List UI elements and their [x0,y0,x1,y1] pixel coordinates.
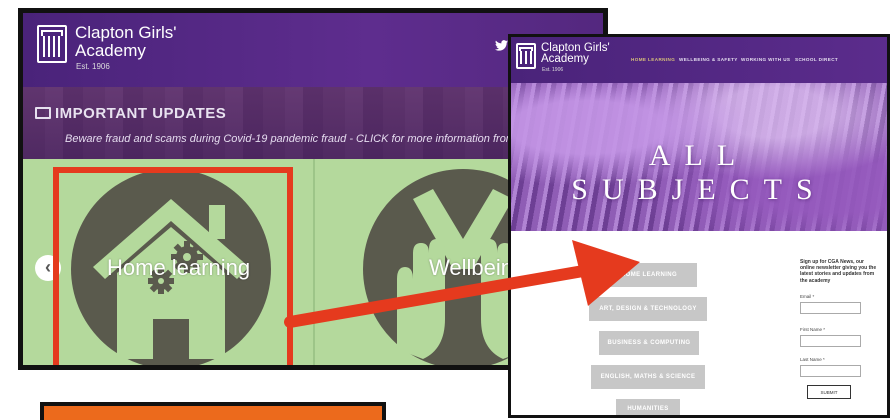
nav-working-with-us[interactable]: WORKING WITH US [741,57,790,62]
right-screenshot: Clapton Girls' Academy Est. 1906 HOME LE… [508,34,890,418]
subject-english-maths-science-button[interactable]: ENGLISH, MATHS & SCIENCE [591,365,705,389]
right-established-text: Est. 1906 [542,67,564,73]
subject-humanities-button[interactable]: HUMANITIES [616,399,680,415]
last-name-field[interactable] [800,365,861,377]
left-established-text: Est. 1906 [76,62,110,71]
nav-school-direct[interactable]: SCHOOL DIRECT [795,57,838,62]
right-site-header: Clapton Girls' Academy Est. 1906 HOME LE… [511,37,887,83]
hero-banner: ALL SUBJECTS [511,83,887,231]
first-name-field[interactable] [800,335,861,347]
subject-home-learning-button[interactable]: HOME LEARNING [601,263,697,287]
subject-business-computing-button[interactable]: BUSINESS & COMPUTING [599,331,699,355]
left-brand-name-line1[interactable]: Clapton Girls' [75,23,177,42]
subject-art-design-technology-button[interactable]: ART, DESIGN & TECHNOLOGY [589,297,707,321]
first-name-label: First Name * [800,327,826,332]
last-name-label: Last Name * [800,357,825,362]
nav-wellbeing-safety[interactable]: WELLBEING & SAFETY [679,57,738,62]
academy-logo-icon[interactable] [37,25,67,63]
newsletter-intro: Sign up for CGA News, our online newslet… [800,259,877,284]
home-learning-highlight-box [53,167,293,365]
academy-logo-icon[interactable] [516,43,536,69]
twitter-icon[interactable] [495,39,508,54]
hero-title: ALL SUBJECTS [571,139,827,206]
newspaper-icon [35,107,51,119]
important-updates-title: IMPORTANT UPDATES [55,105,227,122]
orange-banner [40,402,386,420]
submit-button[interactable]: SUBMIT [807,385,851,399]
tile-divider [313,159,315,365]
nav-home-learning[interactable]: HOME LEARNING [631,57,675,62]
email-field[interactable] [800,302,861,314]
right-brand-name-line2[interactable]: Academy [541,53,589,65]
important-updates-text[interactable]: Beware fraud and scams during Covid-19 p… [65,133,580,145]
email-label: Email * [800,294,815,299]
left-brand-name-line2[interactable]: Academy [75,41,146,60]
